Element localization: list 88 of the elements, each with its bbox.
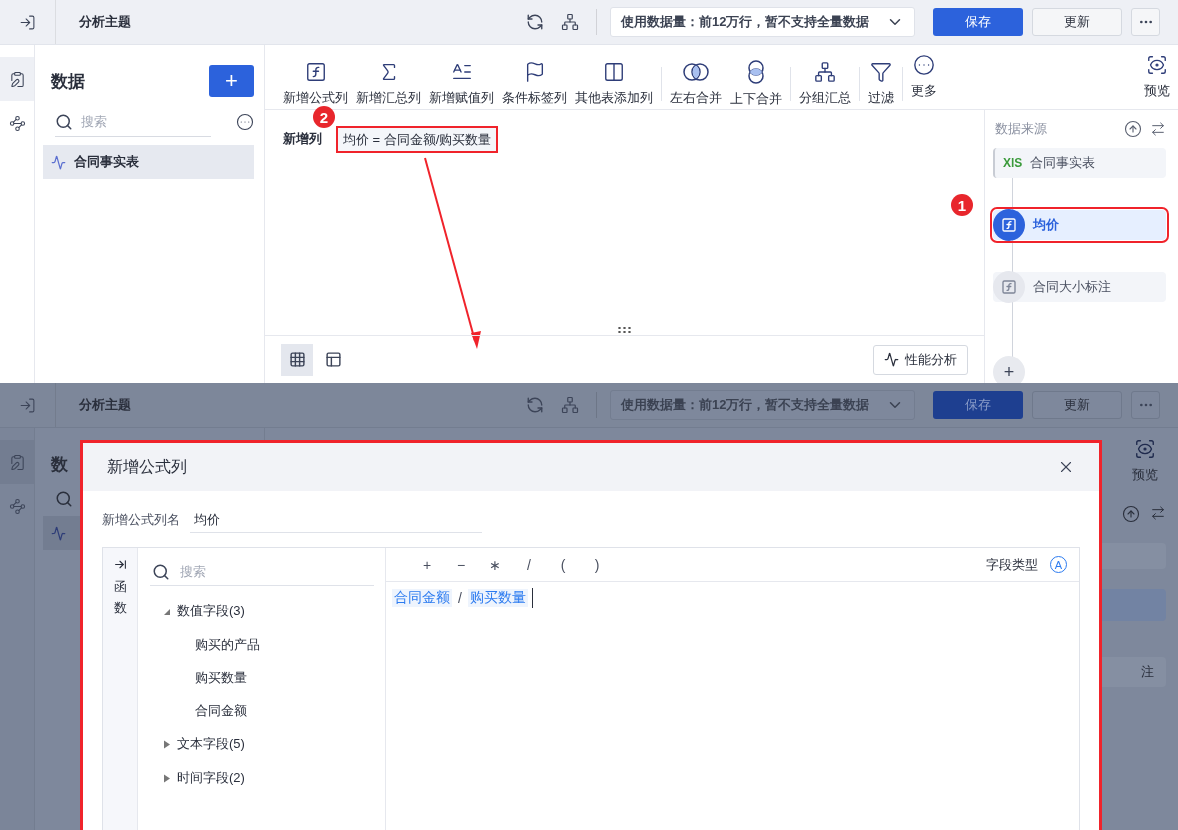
dialog-title: 新增公式列 bbox=[107, 456, 187, 477]
save-button[interactable]: 保存 bbox=[933, 391, 1023, 419]
more-icon[interactable] bbox=[236, 113, 254, 131]
field-label: 新增公式列名 bbox=[102, 511, 180, 529]
toolbar-button[interactable]: 分组汇总 bbox=[795, 61, 855, 107]
toolbar-button[interactable]: 新增公式列 bbox=[279, 61, 352, 107]
operator-button[interactable]: + bbox=[410, 556, 444, 573]
panel-title: 数据 bbox=[51, 70, 85, 93]
hierarchy-icon bbox=[814, 61, 836, 83]
arrow-up-circle-icon bbox=[1122, 505, 1140, 523]
step-label: 新增列 bbox=[283, 130, 322, 148]
function-node-icon bbox=[993, 271, 1025, 303]
toolbar-button[interactable]: 条件标签列 bbox=[498, 61, 571, 107]
resize-handle[interactable] bbox=[617, 326, 631, 334]
add-button[interactable]: + bbox=[209, 65, 254, 97]
performance-button[interactable]: 性能分析 bbox=[873, 344, 968, 375]
exit-icon[interactable] bbox=[19, 13, 36, 31]
toolbar-button[interactable]: 其他表添加列 bbox=[571, 61, 657, 107]
update-button[interactable]: 更新 bbox=[1032, 391, 1122, 419]
search-icon bbox=[152, 562, 170, 581]
search-field[interactable]: 搜索 bbox=[178, 563, 288, 580]
toolbar-button[interactable]: 新增赋值列 bbox=[425, 61, 498, 107]
edit-data-tab[interactable] bbox=[0, 57, 34, 101]
step-number-badge: 2 bbox=[313, 106, 335, 128]
tree-item[interactable]: 购买数量 bbox=[150, 661, 374, 694]
panel-title: 数 bbox=[51, 453, 68, 476]
nodes-icon bbox=[8, 114, 26, 132]
data-volume-dropdown[interactable]: 使用数据量：前12万行，暂不支持全量数据 bbox=[610, 7, 915, 37]
save-button[interactable]: 保存 bbox=[933, 8, 1023, 36]
toolbar-button[interactable]: 新增汇总列 bbox=[352, 61, 425, 107]
preview-icon bbox=[1146, 54, 1168, 76]
field-type-label: 字段类型 bbox=[986, 555, 1038, 574]
step-number-badge: 1 bbox=[951, 194, 973, 216]
hierarchy-icon[interactable] bbox=[561, 13, 579, 31]
search-icon bbox=[55, 112, 73, 131]
operator-button[interactable]: / bbox=[512, 556, 546, 573]
toolbar-button[interactable]: 更多 bbox=[907, 54, 941, 100]
nodes-icon bbox=[8, 497, 26, 515]
tree-group[interactable]: 数值字段(3) bbox=[177, 602, 245, 620]
function-node-icon bbox=[993, 209, 1025, 241]
toolbar-button[interactable]: 左右合并 bbox=[666, 61, 726, 107]
flow-step[interactable]: 合同大小标注 bbox=[993, 272, 1166, 302]
stacked-circles-icon bbox=[745, 60, 767, 84]
pulse-icon bbox=[884, 352, 899, 367]
refresh-icon[interactable] bbox=[526, 13, 544, 31]
caret-right-icon[interactable] bbox=[163, 739, 171, 749]
tree-item[interactable]: 购买的产品 bbox=[150, 628, 374, 661]
tree-group[interactable]: 时间字段(2) bbox=[177, 769, 245, 787]
operator-button[interactable]: − bbox=[444, 556, 478, 573]
page-title: 分析主题 bbox=[79, 13, 131, 31]
table-item[interactable]: 合同事实表 bbox=[43, 145, 254, 179]
overlap-circles-icon bbox=[683, 61, 709, 83]
chart-icon bbox=[51, 525, 66, 541]
clipboard-pen-icon bbox=[8, 453, 26, 471]
function-tab[interactable]: 函数 bbox=[103, 548, 138, 830]
operator-button[interactable]: ) bbox=[580, 556, 614, 573]
columns-icon bbox=[603, 61, 625, 83]
swap-icon[interactable] bbox=[1150, 121, 1166, 137]
arrow-icon bbox=[113, 558, 127, 571]
page-title: 分析主题 bbox=[79, 396, 131, 414]
operator-button[interactable]: ∗ bbox=[478, 556, 512, 573]
layout-icon bbox=[324, 351, 342, 368]
swap-icon bbox=[1150, 505, 1166, 521]
formula-text: 均价 = 合同金额/购买数量 bbox=[343, 132, 492, 147]
toolbar-button[interactable]: 上下合并 bbox=[726, 60, 786, 108]
caret-right-icon[interactable] bbox=[163, 773, 171, 783]
chart-icon bbox=[51, 154, 66, 170]
grid-view-tab[interactable] bbox=[281, 343, 313, 376]
formula-editor[interactable]: 合同金额 / 购买数量 bbox=[386, 582, 1079, 614]
preview-icon bbox=[1134, 437, 1156, 460]
flow-step[interactable]: XlS 合同事实表 bbox=[993, 148, 1166, 178]
tree-item[interactable]: 合同金额 bbox=[150, 694, 374, 727]
more-icon bbox=[913, 54, 935, 76]
search-field[interactable]: 搜索 bbox=[79, 113, 189, 130]
clipboard-pen-icon bbox=[8, 70, 26, 88]
panel-title: 数据来源 bbox=[995, 120, 1047, 138]
arrow-up-circle-icon[interactable] bbox=[1124, 120, 1142, 138]
function-icon bbox=[304, 61, 327, 83]
operator-button[interactable]: ( bbox=[546, 556, 580, 573]
tree-group[interactable]: 文本字段(5) bbox=[177, 735, 245, 753]
update-button[interactable]: 更新 bbox=[1032, 8, 1122, 36]
toolbar-button[interactable]: 预览 bbox=[1140, 54, 1174, 100]
preview-label: 预览 bbox=[1132, 465, 1158, 484]
search-icon bbox=[55, 490, 73, 508]
grid-icon bbox=[288, 351, 306, 368]
filter-icon bbox=[870, 61, 892, 83]
toolbar-button[interactable]: 过滤 bbox=[864, 61, 898, 107]
add-step-button[interactable]: + bbox=[993, 356, 1025, 383]
